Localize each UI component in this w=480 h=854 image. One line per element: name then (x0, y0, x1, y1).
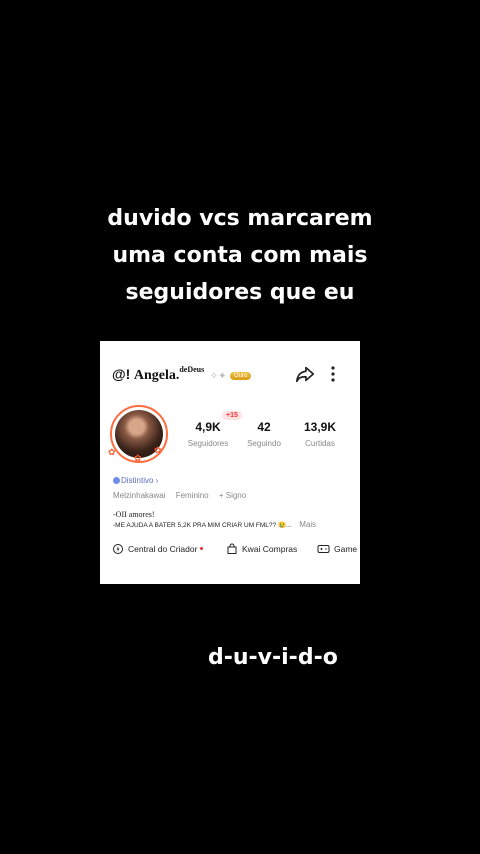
stat-following[interactable]: 42 Seguindo (244, 420, 284, 448)
caption-line: duvido vcs marcarem (107, 206, 373, 231)
flower-decoration-icon: ✿ (108, 447, 116, 457)
notification-dot (200, 547, 204, 550)
creator-center-icon (113, 544, 123, 554)
stat-label: Seguindo (247, 439, 281, 448)
wings-icon: ✧✦ (209, 371, 227, 382)
tag-item: Melzinhakawai (113, 491, 166, 500)
game-button[interactable]: Game (317, 543, 357, 555)
share-icon[interactable] (294, 363, 316, 385)
more-options-icon[interactable] (326, 363, 340, 385)
flower-decoration-icon: ✿ (154, 445, 162, 455)
tag-item: Feminino (175, 491, 209, 500)
profile-username: @! Angela.deDeus ✧✦ Ouro (112, 365, 252, 384)
gold-badge[interactable]: Ouro (229, 372, 252, 380)
profile-header: @! Angela.deDeus ✧✦ Ouro (112, 363, 348, 383)
profile-card: @! Angela.deDeus ✧✦ Ouro ✿ ✿ ✿ +15 4,9K … (100, 341, 360, 584)
username-name: Angela. (133, 368, 180, 383)
stat-value: 4,9K (195, 420, 221, 434)
creator-center-button[interactable]: Central do Criador (112, 543, 204, 555)
stat-value: 42 (257, 420, 271, 434)
new-followers-badge: +15 (222, 411, 242, 420)
gamepad-icon (317, 545, 330, 553)
caption-text: duvido vcs marcarem uma conta com mais s… (0, 200, 480, 311)
stat-label: Seguidores (187, 439, 229, 448)
caption-line: seguidores que eu (125, 280, 355, 305)
flower-decoration-icon: ✿ (134, 453, 142, 463)
stat-label: Curtidas (305, 439, 335, 448)
stat-followers[interactable]: 4,9K Seguidores (186, 420, 230, 448)
shopping-bag-icon (227, 543, 237, 554)
avatar[interactable]: ✿ ✿ ✿ (108, 405, 168, 463)
stat-value: 13,9K (303, 420, 337, 434)
tag-item[interactable]: + Signo (219, 491, 246, 500)
bio-more-link[interactable]: Mais (299, 520, 316, 529)
username-superscript: deDeus (179, 365, 205, 374)
bio-line: -OII amores! (113, 510, 155, 519)
caption-line: uma conta com mais (112, 243, 368, 268)
username-prefix: @! (112, 366, 131, 382)
stat-likes[interactable]: 13,9K Curtidas (298, 420, 342, 448)
bio-line: -ME AJUDA A BATER 5,2K PRA MIM CRIAR UM … (113, 520, 317, 529)
distintivo-icon (113, 477, 120, 484)
kwai-compras-button[interactable]: Kwai Compras (226, 543, 297, 555)
bottom-caption: d-u-v-i-d-o (208, 645, 338, 670)
distintivo-link[interactable]: Distintivo › (113, 476, 158, 485)
profile-tags: Melzinhakawai Feminino + Signo (113, 491, 254, 500)
